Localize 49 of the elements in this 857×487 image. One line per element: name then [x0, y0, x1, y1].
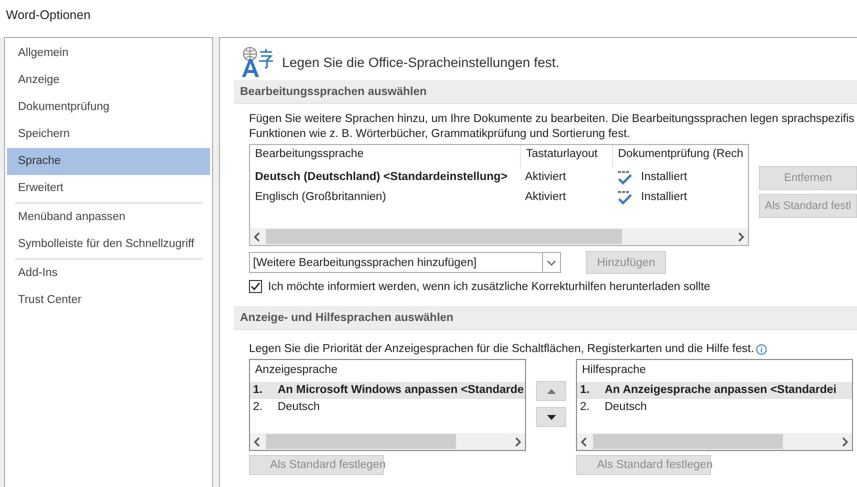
- window-title: Word-Optionen: [6, 8, 91, 22]
- column-header[interactable]: Dokumentprüfung (Rech: [612, 145, 748, 167]
- sidebar-item[interactable]: Erweitert: [7, 175, 210, 202]
- list-header: Hilfesprache: [581, 363, 647, 378]
- sidebar-item[interactable]: Anzeige: [7, 67, 210, 94]
- table-cell: Deutsch (Deutschland) <Standardeinstellung>: [255, 171, 508, 183]
- description-text: Legen Sie die Priorität der Anzeigesprachen für die Schaltflächen, Registerkarten und die Hilfe fest.: [249, 342, 754, 357]
- sidebar-item[interactable]: Add-Ins: [7, 260, 210, 287]
- language-dropdown[interactable]: [Weitere Bearbeitungssprachen hinzufügen]: [249, 252, 561, 273]
- checkbox[interactable]: [249, 280, 262, 293]
- language-icon: [240, 46, 274, 78]
- info-icon[interactable]: [756, 344, 768, 355]
- move-up-button[interactable]: [536, 381, 566, 401]
- table-cell: Aktiviert: [525, 171, 566, 183]
- column-header[interactable]: Bearbeitungssprache: [250, 145, 520, 167]
- list-item[interactable]: 2. Deutsch: [577, 399, 852, 416]
- sidebar-item[interactable]: Trust Center: [7, 287, 210, 314]
- scrollbar-thumb[interactable]: [266, 434, 456, 449]
- dropdown-value: [Weitere Bearbeitungssprachen hinzufügen]: [253, 256, 477, 268]
- triangle-down-icon: [546, 414, 556, 420]
- page-heading: Legen Sie die Office-Spracheinstellungen fest.: [282, 54, 560, 70]
- scrollbar-thumb[interactable]: [593, 434, 783, 449]
- section-header: Bearbeitungssprachen auswählen: [234, 80, 857, 104]
- spellcheck-icon: [617, 168, 633, 186]
- section-header: Anzeige- und Hilfesprachen auswählen: [234, 306, 857, 330]
- move-down-button[interactable]: [536, 407, 566, 427]
- triangle-up-icon: [546, 388, 556, 394]
- scrollbar-thumb[interactable]: [266, 229, 622, 244]
- table-cell: Installiert: [641, 191, 688, 203]
- table-cell: Installiert: [641, 171, 688, 183]
- horizontal-scrollbar[interactable]: [250, 228, 748, 245]
- checkbox-label: Ich möchte informiert werden, wenn ich zusätzliche Korrekturhilfen herunterladen sollte: [268, 280, 710, 292]
- sidebar-item[interactable]: Sprache: [7, 148, 210, 175]
- sidebar-item[interactable]: Allgemein: [7, 40, 210, 67]
- sidebar-item[interactable]: Speichern: [7, 121, 210, 148]
- description-text: Fügen Sie weitere Sprachen hinzu, um Ihre Dokumente zu bearbeiten. Die Bearbeitungssprachen legen sprachspezifis Funktionen wie z. B. Wörterbücher, Grammatikprüfung und Sortierung fest.: [249, 112, 856, 142]
- list-item[interactable]: 1. An Anzeigesprache anpassen <Standardei: [577, 382, 852, 399]
- column-header[interactable]: Tastaturlayout: [520, 145, 612, 167]
- horizontal-scrollbar[interactable]: [577, 433, 852, 450]
- list-item[interactable]: 1. An Microsoft Windows anpassen <Standarde: [250, 382, 525, 399]
- sidebar-item[interactable]: Symbolleiste für den Schnellzugriff: [7, 231, 210, 258]
- table-cell: Englisch (Großbritannien): [255, 191, 386, 203]
- list-item[interactable]: 2. Deutsch: [250, 399, 525, 416]
- spellcheck-icon: [617, 188, 633, 206]
- list-header: Anzeigesprache: [254, 363, 338, 378]
- sidebar-item[interactable]: Menüband anpassen: [7, 204, 210, 231]
- table-cell: Aktiviert: [525, 191, 566, 203]
- sidebar-item[interactable]: Dokumentprüfung: [7, 94, 210, 121]
- horizontal-scrollbar[interactable]: [250, 433, 525, 450]
